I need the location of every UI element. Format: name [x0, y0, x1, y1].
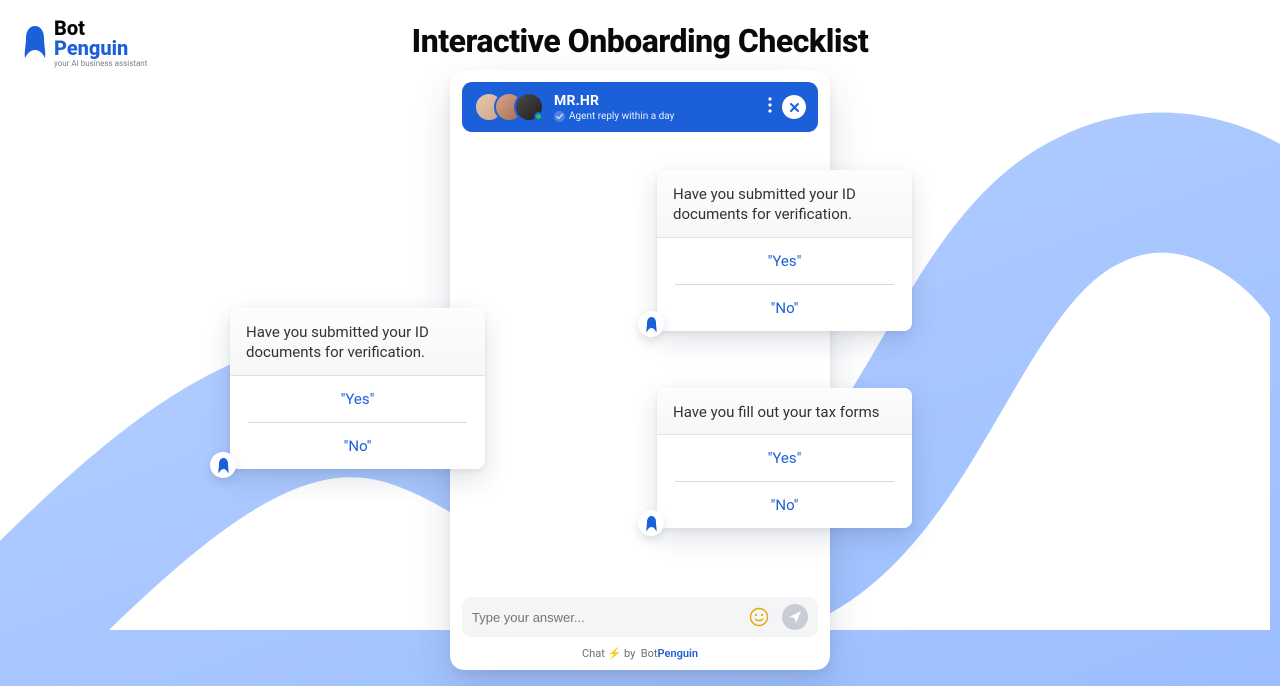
penguin-bubble-icon — [210, 452, 236, 478]
chat-input[interactable] — [472, 610, 736, 625]
chat-title: MR.HR — [554, 93, 758, 109]
chat-input-bar — [462, 597, 818, 637]
chat-footer: Chat ⚡ by BotPenguin — [450, 641, 830, 670]
penguin-bubble-icon — [638, 311, 664, 337]
verified-icon — [554, 111, 565, 122]
chat-widget: MR.HR Agent reply within a day — [450, 70, 830, 670]
chat-subtext: Agent reply within a day — [569, 111, 674, 122]
emoji-icon[interactable] — [746, 604, 772, 630]
option-yes[interactable]: "Yes" — [230, 376, 485, 422]
option-no[interactable]: "No" — [657, 482, 912, 528]
bolt-icon: ⚡ — [608, 647, 622, 660]
avatar-stack — [474, 92, 544, 122]
status-online-dot — [534, 112, 543, 121]
prompt-question: Have you submitted your ID documents for… — [230, 308, 485, 376]
penguin-bubble-icon — [638, 510, 664, 536]
option-no[interactable]: "No" — [230, 423, 485, 469]
option-no[interactable]: "No" — [657, 285, 912, 331]
close-button[interactable] — [782, 95, 806, 119]
avatar — [514, 92, 544, 122]
page-title: Interactive Onboarding Checklist — [0, 22, 1280, 60]
prompt-card-id-right: Have you submitted your ID documents for… — [657, 170, 912, 331]
more-icon[interactable] — [768, 97, 772, 117]
option-yes[interactable]: "Yes" — [657, 238, 912, 284]
prompt-question: Have you fill out your tax forms — [657, 388, 912, 435]
prompt-card-id-left: Have you submitted your ID documents for… — [230, 308, 485, 469]
prompt-card-tax: Have you fill out your tax forms "Yes" "… — [657, 388, 912, 528]
brand-tagline: your AI business assistant — [54, 60, 147, 68]
prompt-question: Have you submitted your ID documents for… — [657, 170, 912, 238]
option-yes[interactable]: "Yes" — [657, 435, 912, 481]
chat-header: MR.HR Agent reply within a day — [462, 82, 818, 132]
send-button[interactable] — [782, 604, 808, 630]
